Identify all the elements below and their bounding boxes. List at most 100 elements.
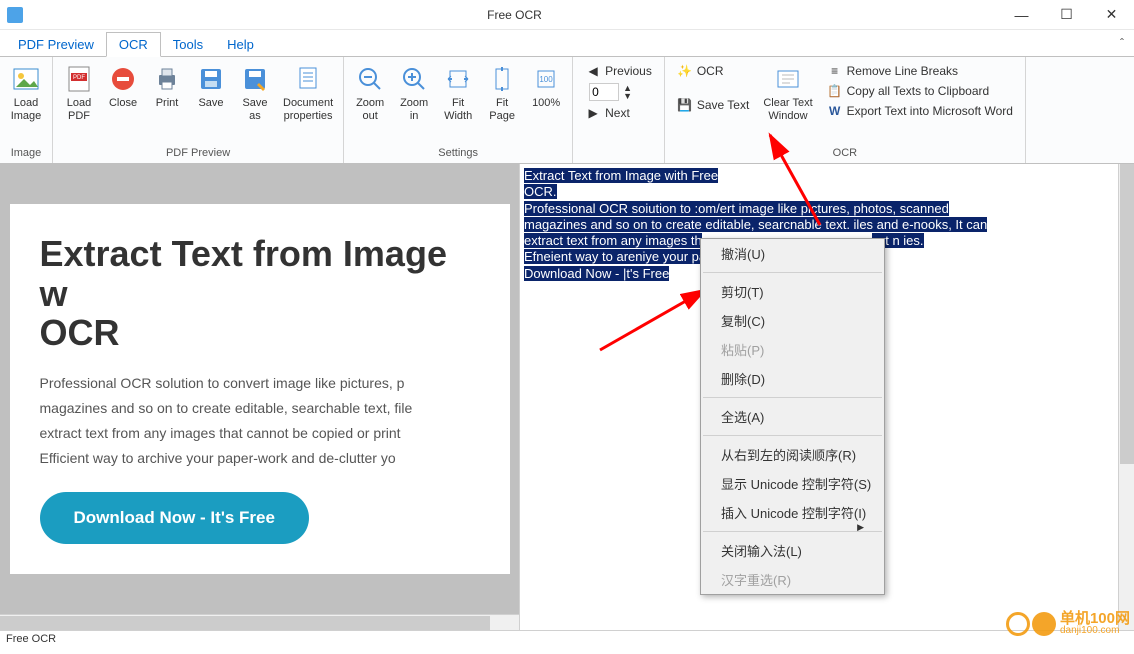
pdf-icon: PDF bbox=[63, 63, 95, 95]
ribbon: Load Image Image PDF Load PDF Close Prin… bbox=[0, 56, 1134, 164]
zoom-in-icon bbox=[398, 63, 430, 95]
zoom-out-label: Zoom out bbox=[356, 97, 384, 123]
page-stepper-icon[interactable]: ▲▼ bbox=[623, 84, 632, 100]
zoom-100-button[interactable]: 100 100% bbox=[524, 59, 568, 112]
context-menu: 撤消(U) 剪切(T) 复制(C) 粘贴(P) 删除(D) 全选(A) 从右到左… bbox=[700, 238, 885, 595]
save-as-icon bbox=[239, 63, 271, 95]
tab-pdf-preview[interactable]: PDF Preview bbox=[6, 33, 106, 56]
clear-icon bbox=[772, 63, 804, 95]
vertical-scrollbar[interactable] bbox=[1118, 164, 1134, 630]
watermark-icon bbox=[1032, 612, 1056, 636]
group-ocr-title: OCR bbox=[669, 145, 1021, 161]
ctx-select-all[interactable]: 全选(A) bbox=[701, 402, 884, 431]
close-button[interactable]: ✕ bbox=[1089, 0, 1134, 30]
previous-button[interactable]: ◀ Previous bbox=[581, 61, 656, 81]
export-word-label: Export Text into Microsoft Word bbox=[847, 104, 1013, 118]
ctx-separator bbox=[703, 272, 882, 273]
ctx-copy[interactable]: 复制(C) bbox=[701, 306, 884, 335]
save-text-button[interactable]: 💾 Save Text bbox=[673, 95, 753, 115]
fit-width-button[interactable]: Fit Width bbox=[436, 59, 480, 125]
save-button[interactable]: Save bbox=[189, 59, 233, 112]
load-image-button[interactable]: Load Image bbox=[4, 59, 48, 125]
fit-width-label: Fit Width bbox=[444, 97, 472, 123]
page-body: Professional OCR solution to convert ima… bbox=[40, 371, 480, 472]
ctx-show-unicode[interactable]: 显示 Unicode 控制字符(S) bbox=[701, 469, 884, 498]
ribbon-tabs: PDF Preview OCR Tools Help ˆ bbox=[0, 30, 1134, 56]
app-icon bbox=[0, 7, 30, 23]
scrollbar-thumb[interactable] bbox=[0, 616, 490, 630]
fit-page-button[interactable]: Fit Page bbox=[480, 59, 524, 125]
ctx-undo[interactable]: 撤消(U) bbox=[701, 239, 884, 268]
ctx-delete[interactable]: 删除(D) bbox=[701, 364, 884, 393]
zoom-out-button[interactable]: Zoom out bbox=[348, 59, 392, 125]
ocr-label: OCR bbox=[697, 64, 724, 78]
copy-clipboard-label: Copy all Texts to Clipboard bbox=[847, 84, 990, 98]
zoom-in-label: Zoom in bbox=[400, 97, 428, 123]
svg-text:100: 100 bbox=[539, 75, 553, 84]
clipboard-icon: 📋 bbox=[827, 83, 843, 99]
print-label: Print bbox=[156, 97, 179, 110]
save-icon bbox=[195, 63, 227, 95]
ocr-button[interactable]: ✨ OCR bbox=[673, 61, 753, 81]
save-as-button[interactable]: Save as bbox=[233, 59, 277, 125]
tab-tools[interactable]: Tools bbox=[161, 33, 215, 56]
zoom-in-button[interactable]: Zoom in bbox=[392, 59, 436, 125]
word-icon: W bbox=[827, 103, 843, 119]
next-icon: ▶ bbox=[585, 105, 601, 121]
ocr-line: extract text from any images th bbox=[524, 233, 702, 248]
image-icon bbox=[10, 63, 42, 95]
close-icon bbox=[107, 63, 139, 95]
group-navigation: ◀ Previous ▲▼ ▶ Next bbox=[573, 57, 665, 163]
doc-properties-label: Document properties bbox=[283, 97, 333, 123]
clear-text-button[interactable]: Clear Text Window bbox=[757, 59, 818, 125]
svg-text:PDF: PDF bbox=[73, 75, 85, 81]
ctx-separator bbox=[703, 397, 882, 398]
watermark-icon bbox=[1006, 612, 1030, 636]
save-label: Save bbox=[198, 97, 223, 110]
remove-breaks-button[interactable]: ≡ Remove Line Breaks bbox=[823, 61, 1017, 81]
doc-properties-button[interactable]: Document properties bbox=[277, 59, 339, 125]
ctx-cut[interactable]: 剪切(T) bbox=[701, 277, 884, 306]
ocr-line: Download Now - |t's Free bbox=[524, 266, 669, 281]
ctx-hanzi[interactable]: 汉字重选(R) bbox=[701, 565, 884, 594]
next-button[interactable]: ▶ Next bbox=[581, 103, 656, 123]
ctx-rtl[interactable]: 从右到左的阅读顺序(R) bbox=[701, 440, 884, 469]
ctx-paste[interactable]: 粘贴(P) bbox=[701, 335, 884, 364]
clear-text-label: Clear Text Window bbox=[763, 97, 812, 123]
ocr-line: magazines and so on to create editable, … bbox=[524, 217, 987, 232]
tab-ocr[interactable]: OCR bbox=[106, 32, 161, 57]
zoom-100-label: 100% bbox=[532, 97, 560, 110]
page-number-row: ▲▼ bbox=[581, 81, 656, 103]
copy-clipboard-button[interactable]: 📋 Copy all Texts to Clipboard bbox=[823, 81, 1017, 101]
window-title: Free OCR bbox=[30, 8, 999, 22]
preview-viewport[interactable]: Extract Text from Image wOCR Professiona… bbox=[0, 164, 519, 614]
previous-icon: ◀ bbox=[585, 63, 601, 79]
scrollbar-thumb[interactable] bbox=[1120, 164, 1134, 464]
close-pdf-button[interactable]: Close bbox=[101, 59, 145, 112]
ctx-close-ime[interactable]: 关闭输入法(L) bbox=[701, 536, 884, 565]
title-bar: Free OCR — ☐ ✕ bbox=[0, 0, 1134, 30]
minimize-button[interactable]: — bbox=[999, 0, 1044, 30]
pdf-preview-pane: Extract Text from Image wOCR Professiona… bbox=[0, 164, 520, 630]
maximize-button[interactable]: ☐ bbox=[1044, 0, 1089, 30]
export-word-button[interactable]: W Export Text into Microsoft Word bbox=[823, 101, 1017, 121]
group-image-title: Image bbox=[4, 145, 48, 161]
status-bar: Free OCR bbox=[0, 630, 1134, 650]
load-pdf-button[interactable]: PDF Load PDF bbox=[57, 59, 101, 125]
printer-icon bbox=[151, 63, 183, 95]
save-text-label: Save Text bbox=[697, 98, 749, 112]
save-text-icon: 💾 bbox=[677, 97, 693, 113]
ocr-line: Extract Text from Image with Free bbox=[524, 168, 718, 183]
tab-help[interactable]: Help bbox=[215, 33, 266, 56]
collapse-ribbon-icon[interactable]: ˆ bbox=[1120, 36, 1124, 50]
horizontal-scrollbar[interactable] bbox=[0, 614, 519, 630]
next-label: Next bbox=[605, 106, 630, 120]
print-button[interactable]: Print bbox=[145, 59, 189, 112]
page-number-input[interactable] bbox=[589, 83, 619, 101]
group-settings: Zoom out Zoom in Fit Width Fit Page 100 … bbox=[344, 57, 573, 163]
group-settings-title: Settings bbox=[348, 145, 568, 161]
download-button: Download Now - It's Free bbox=[40, 492, 309, 544]
watermark: 单机100网 danji100.com bbox=[1006, 612, 1130, 637]
ctx-insert-unicode[interactable]: 插入 Unicode 控制字符(I) bbox=[701, 498, 884, 527]
fit-page-label: Fit Page bbox=[489, 97, 515, 123]
